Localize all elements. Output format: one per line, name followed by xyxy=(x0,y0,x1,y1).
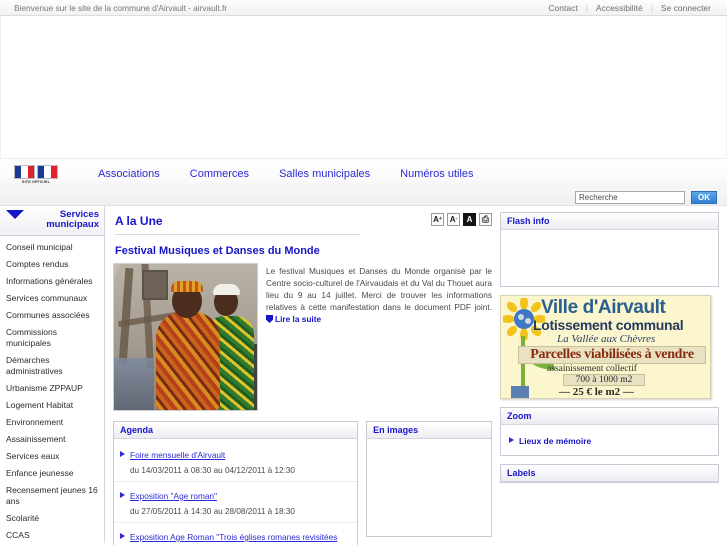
ad-line3: La Vallée aux Chèvres xyxy=(557,333,656,345)
sidebar-title-line2: municipaux xyxy=(46,219,99,230)
list-item: Exposition Age Roman "Trois églises roma… xyxy=(114,522,358,545)
normal-text-size-button[interactable]: A xyxy=(463,213,476,226)
search-submit-button[interactable]: OK xyxy=(691,190,717,204)
ad-pot xyxy=(511,386,529,398)
main-navigation: SITE OFFICIEL Associations Commerces Sal… xyxy=(0,158,727,189)
zoom-title: Zoom xyxy=(501,408,718,425)
print-icon[interactable]: ⎙ xyxy=(479,213,492,226)
article-text-block: Le festival Musiques et Danses du Monde … xyxy=(266,263,492,411)
nav-item-numeros-utiles[interactable]: Numéros utiles xyxy=(400,168,503,180)
page-title: A la Une xyxy=(115,214,163,228)
page-root: Bienvenue sur le site de la commune d'Ai… xyxy=(0,0,727,545)
sidebar-item-environnement[interactable]: Environnement xyxy=(0,414,104,431)
sidebar-item-assainissement[interactable]: Assainissement xyxy=(0,431,104,448)
sidebar-list: Conseil municipal Comptes rendus Informa… xyxy=(0,236,104,545)
sidebar-item-communes-associees[interactable]: Communes associées xyxy=(0,307,104,324)
sidebar-item-comptes-rendus[interactable]: Comptes rendus xyxy=(0,256,104,273)
flash-info-body xyxy=(501,230,718,286)
login-link[interactable]: Se connecter xyxy=(653,3,719,13)
content-columns: Services municipaux Conseil municipal Co… xyxy=(0,206,727,545)
agenda-link-expo-trois-eglises[interactable]: Exposition Age Roman "Trois églises roma… xyxy=(120,532,337,545)
ad-line4: Parcelles viabilisées à vendre xyxy=(530,347,694,362)
zoom-body: Lieux de mémoire xyxy=(501,425,718,455)
increase-text-size-button[interactable]: A + xyxy=(431,213,444,226)
sidebar-item-demarches-administratives[interactable]: Démarches administratives xyxy=(0,352,104,380)
bullet-icon xyxy=(120,492,125,498)
sidebar-item-ccas[interactable]: CCAS xyxy=(0,527,104,544)
text-size-tools: A + A- A ⎙ xyxy=(431,213,492,226)
agenda-link-expo-age-roman[interactable]: Exposition "Age roman" xyxy=(130,491,217,501)
ad-line6: 700 à 1000 m2 xyxy=(575,375,633,385)
right-sidebar: Flash info Ville d'Airvault Lotissement … xyxy=(500,206,727,543)
accessibility-link[interactable]: Accessibilité xyxy=(588,3,651,13)
sidebar: Services municipaux Conseil municipal Co… xyxy=(0,206,105,543)
zoom-link-lieux-de-memoire[interactable]: Lieux de mémoire xyxy=(519,436,591,446)
list-item: Foire mensuelle d'Airvault du 14/03/2011… xyxy=(114,441,357,481)
utility-links: Contact | Accessibilité | Se connecter xyxy=(540,3,719,13)
utility-bar: Bienvenue sur le site de la commune d'Ai… xyxy=(0,0,727,16)
agenda-panel: Agenda Foire mensuelle d'Airvault du 14/… xyxy=(113,421,359,545)
decrease-sign: - xyxy=(455,216,458,222)
title-divider xyxy=(115,234,360,235)
sidebar-item-informations-generales[interactable]: Informations générales xyxy=(0,273,104,290)
agenda-list: Foire mensuelle d'Airvault du 14/03/2011… xyxy=(114,439,358,545)
sidebar-header[interactable]: Services municipaux xyxy=(0,206,104,236)
content-panels: Agenda Foire mensuelle d'Airvault du 14/… xyxy=(113,421,492,545)
article-photo[interactable] xyxy=(113,263,258,411)
labels-title: Labels xyxy=(501,465,718,482)
article-body: Le festival Musiques et Danses du Monde … xyxy=(113,263,492,411)
sidebar-item-recensement-jeunes[interactable]: Recensement jeunes 16 ans xyxy=(0,482,104,510)
french-flag-icon xyxy=(14,164,58,179)
sidebar-item-scolarite[interactable]: Scolarité xyxy=(0,510,104,527)
sidebar-item-urbanisme-zppaup[interactable]: Urbanisme ZPPAUP xyxy=(0,380,104,397)
sidebar-item-commissions-municipales[interactable]: Commissions municipales xyxy=(0,324,104,352)
sidebar-item-enfance-jeunesse[interactable]: Enfance jeunesse xyxy=(0,465,104,482)
ad-line1: Ville d'Airvault xyxy=(541,297,666,318)
flash-info-panel: Flash info xyxy=(500,212,719,287)
nav-items: Associations Commerces Salles municipale… xyxy=(78,168,727,180)
article-title: Festival Musiques et Danses du Monde xyxy=(115,245,320,257)
nav-item-salles-municipales[interactable]: Salles municipales xyxy=(279,168,400,180)
search-bar: OK xyxy=(0,189,727,206)
ad-size-band: 700 à 1000 m2 xyxy=(563,374,645,386)
header-banner xyxy=(0,16,727,158)
decrease-text-size-button[interactable]: A- xyxy=(447,213,460,226)
ad-highlight-band: Parcelles viabilisées à vendre xyxy=(518,346,706,364)
bullet-icon xyxy=(509,437,514,443)
main-content: A la Une A + A- A ⎙ Festival Musiques et … xyxy=(105,206,500,545)
official-site-logo[interactable]: SITE OFFICIEL xyxy=(8,162,64,186)
nav-item-commerces[interactable]: Commerces xyxy=(190,168,279,180)
advertisement-banner[interactable]: Ville d'Airvault Lotissement communal La… xyxy=(500,295,711,399)
list-item: Exposition "Age roman" du 27/05/2011 à 1… xyxy=(114,481,358,522)
sidebar-item-conseil-municipal[interactable]: Conseil municipal xyxy=(0,239,104,256)
official-site-label: SITE OFFICIEL xyxy=(22,179,50,184)
ad-line5: assainissement collectif xyxy=(547,364,637,374)
sidebar-item-logement-habitat[interactable]: Logement Habitat xyxy=(0,397,104,414)
agenda-link-foire[interactable]: Foire mensuelle d'Airvault xyxy=(130,450,225,460)
search-input[interactable] xyxy=(575,190,685,204)
bullet-icon xyxy=(120,451,125,457)
labels-panel: Labels xyxy=(500,464,719,483)
zoom-panel: Zoom Lieux de mémoire xyxy=(500,407,719,456)
content-header: A la Une A + A- A ⎙ xyxy=(113,212,492,228)
en-images-title: En images xyxy=(367,422,491,439)
welcome-message: Bienvenue sur le site de la commune d'Ai… xyxy=(14,2,227,13)
article-text: Le festival Musiques et Danses du Monde … xyxy=(266,266,492,312)
bullet-icon xyxy=(120,533,125,539)
pdf-icon xyxy=(266,315,273,323)
read-more-link[interactable]: Lire la suite xyxy=(275,314,321,324)
agenda-date: du 27/05/2011 à 14:30 au 28/08/2011 à 18… xyxy=(130,507,295,516)
sidebar-item-services-eaux[interactable]: Services eaux xyxy=(0,448,104,465)
increase-sign: + xyxy=(438,216,442,222)
ad-line2: Lotissement communal xyxy=(533,317,684,333)
agenda-date: du 14/03/2011 à 08:30 au 04/12/2011 à 12… xyxy=(130,466,295,475)
flash-info-title: Flash info xyxy=(501,213,718,230)
agenda-title: Agenda xyxy=(114,422,358,439)
sidebar-item-services-communaux[interactable]: Services communaux xyxy=(0,290,104,307)
en-images-panel: En images xyxy=(366,421,492,537)
ad-line7: — 25 € le m2 — xyxy=(559,386,634,398)
nav-item-associations[interactable]: Associations xyxy=(98,168,190,180)
chevron-down-icon xyxy=(6,210,24,219)
contact-link[interactable]: Contact xyxy=(540,3,585,13)
